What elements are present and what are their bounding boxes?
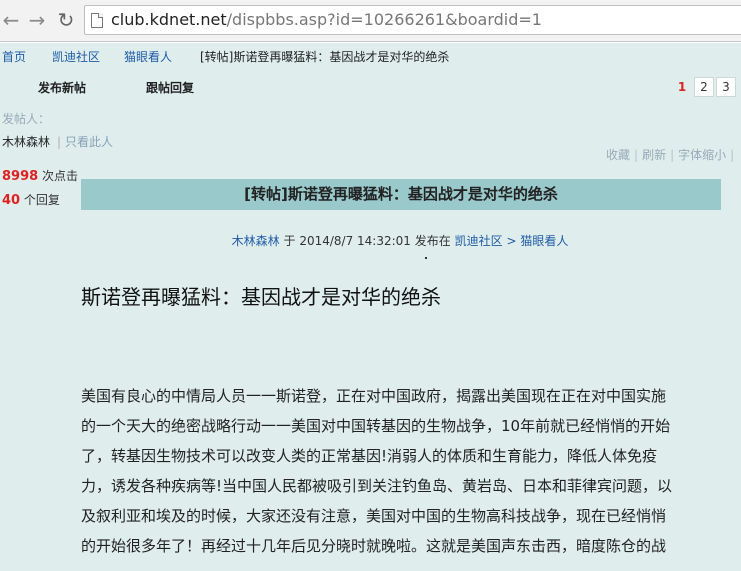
article-body: 美国有良心的中情局人员一一斯诺登，正在对中国政府，揭露出美国现在正在对中国实施 … — [81, 381, 721, 561]
page-3-link[interactable]: 3 — [716, 77, 736, 97]
back-arrow-icon[interactable]: ← — [0, 9, 22, 31]
reply-count: 40 个回复 — [2, 193, 60, 208]
meta-arrow: > — [506, 234, 517, 248]
post-title-bar: [转帖]斯诺登再曝猛料：基因战才是对华的绝杀 — [81, 179, 721, 210]
new-post-button[interactable]: 发布新帖 — [38, 79, 86, 96]
forward-arrow-icon[interactable]: → — [26, 9, 48, 31]
meta-author-link[interactable]: 木林森林 — [232, 234, 280, 248]
poster-label: 发帖人： — [2, 112, 51, 126]
breadcrumb-board[interactable]: 猫眼看人 — [124, 48, 172, 65]
url-text[interactable]: club.kdnet.net/dispbbs.asp?id=10266261&b… — [111, 10, 542, 29]
only-this-author-link[interactable]: | 只看此人 — [57, 133, 113, 150]
breadcrumb-home[interactable]: 首页 — [2, 48, 26, 65]
post-timestamp: 2014/8/7 14:32:01 — [299, 234, 411, 248]
browser-toolbar: ← → ↻ club.kdnet.net/dispbbs.asp?id=1026… — [0, 0, 741, 42]
reply-button[interactable]: 跟帖回复 — [146, 79, 194, 96]
forum-page: 首页 凯迪社区 猫眼看人 [转帖]斯诺登再曝猛料：基因战才是对华的绝杀 发布新帖… — [0, 43, 741, 571]
reload-icon[interactable]: ↻ — [55, 9, 77, 31]
font-smaller-link[interactable]: 字体缩小 — [678, 148, 726, 162]
poster-name[interactable]: 木林森林 — [2, 133, 50, 150]
separator-dot — [425, 257, 427, 259]
page-2-link[interactable]: 2 — [694, 77, 714, 97]
article-headline: 斯诺登再曝猛料：基因战才是对华的绝杀 — [81, 285, 441, 309]
meta-community-link[interactable]: 凯迪社区 — [455, 234, 503, 248]
breadcrumb-community[interactable]: 凯迪社区 — [52, 48, 100, 65]
meta-board-link[interactable]: 猫眼看人 — [520, 234, 568, 248]
body-line: 美国有良心的中情局人员一一斯诺登，正在对中国政府，揭露出美国现在正在对中国实施 — [81, 387, 667, 405]
pagination: 123 — [672, 77, 738, 97]
body-line: 了，转基因生物技术可以改变人类的正常基因!消弱人的体质和生育能力，降低人体免疫 — [81, 447, 658, 465]
post-tools: 收藏 | 刷新 | 字体缩小 | — [606, 148, 735, 162]
body-line: 的开始很多年了！再经过十几年后见分晓时就晚啦。这就是美国声东击西，暗度陈仓的战 — [81, 537, 667, 555]
post-meta: 木林森林 于 2014/8/7 14:32:01 发布在 凯迪社区 > 猫眼看人 — [231, 234, 569, 248]
body-line: 及叙利亚和埃及的时候，大家还没有注意，美国对中国的生物高科技战争，现在已经悄悄 — [81, 507, 667, 525]
address-bar[interactable]: club.kdnet.net/dispbbs.asp?id=10266261&b… — [84, 5, 741, 35]
body-line: 的一个天大的绝密战略行动一一美国对中国转基因的生物战争，10年前就已经悄悄的开始 — [81, 417, 671, 435]
body-line: 力，诱发各种疾病等!当中国人民都被吸引到关注钓鱼岛、黄岩岛、日本和菲律宾问题，以 — [81, 477, 673, 495]
page-icon — [91, 13, 103, 28]
breadcrumb-current: [转帖]斯诺登再曝猛料：基因战才是对华的绝杀 — [200, 50, 450, 64]
click-count: 8998 次点击 — [2, 169, 79, 184]
refresh-link[interactable]: 刷新 — [642, 148, 666, 162]
favorite-link[interactable]: 收藏 — [606, 148, 630, 162]
page-current: 1 — [677, 80, 687, 94]
